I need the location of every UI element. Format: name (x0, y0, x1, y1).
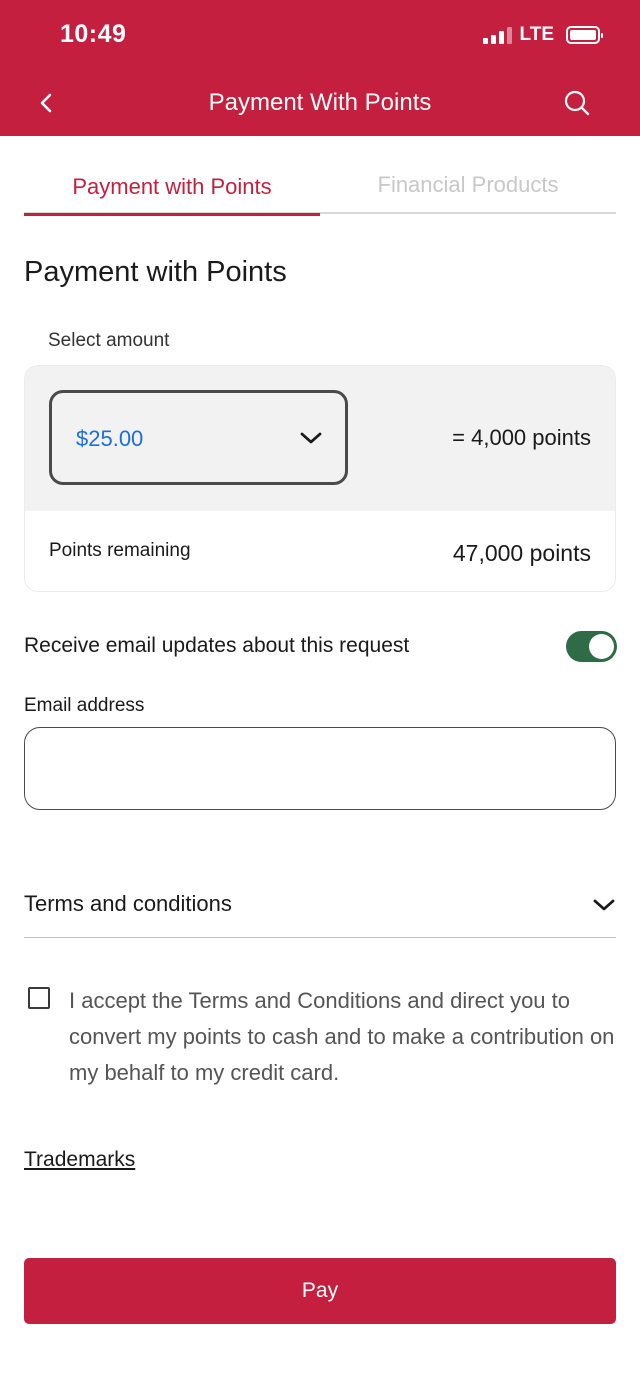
trademarks-link[interactable]: Trademarks (24, 1148, 135, 1172)
search-button[interactable] (560, 86, 594, 120)
chevron-down-icon (593, 899, 615, 911)
points-equivalent: = 4,000 points (452, 425, 591, 450)
tab-payment-with-points[interactable]: Payment with Points (24, 160, 320, 216)
page-header-title: Payment With Points (208, 89, 432, 116)
accept-terms-text: I accept the Terms and Conditions and di… (69, 988, 615, 1085)
status-time: 10:49 (60, 20, 127, 48)
status-indicators: LTE (482, 24, 603, 46)
toggle-knob (589, 634, 614, 659)
tab-financial-products[interactable]: Financial Products (320, 160, 616, 216)
email-address-label: Email address (24, 695, 145, 716)
pay-button[interactable]: Pay (24, 1258, 616, 1324)
terms-accordion[interactable]: Terms and conditions (24, 870, 616, 938)
amount-dropdown[interactable]: $25.00 (49, 390, 348, 485)
search-icon (564, 90, 590, 116)
tab-bar: Payment with Points Financial Products (24, 160, 616, 216)
points-remaining-label: Points remaining (49, 540, 191, 561)
accept-terms-checkbox[interactable] (28, 987, 50, 1009)
points-remaining-value: 47,000 points (452, 540, 591, 566)
battery-icon (566, 26, 603, 44)
amount-selected-value: $25.00 (76, 426, 144, 451)
chevron-down-icon (300, 432, 322, 444)
amount-card-top: $25.00 = 4,000 points (25, 366, 615, 511)
network-label: LTE (519, 24, 554, 45)
app-header: 10:49 LTE Payment With Points (0, 0, 640, 136)
email-field[interactable] (24, 727, 616, 810)
email-updates-label: Receive email updates about this request (24, 634, 410, 657)
terms-label: Terms and conditions (24, 891, 232, 916)
select-amount-label: Select amount (48, 330, 170, 351)
amount-card: $25.00 = 4,000 points Points remaining 4… (24, 365, 616, 592)
signal-icon (482, 26, 512, 44)
section-title: Payment with Points (24, 256, 287, 288)
email-updates-toggle[interactable] (566, 631, 617, 662)
